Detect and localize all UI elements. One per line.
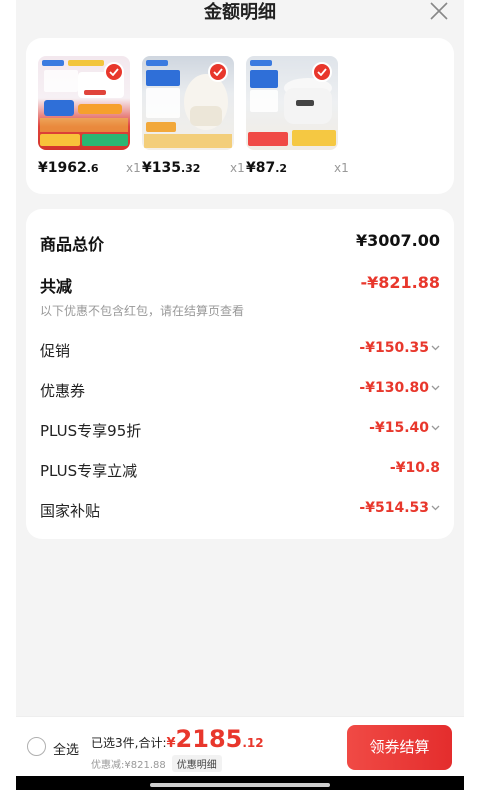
home-indicator-bar bbox=[16, 776, 464, 790]
total-summary: 已选3件,合计:¥2185.12 bbox=[91, 725, 264, 753]
product-price: ¥87.2 bbox=[246, 160, 288, 176]
price-row: ¥1962.6 x1 bbox=[38, 160, 141, 180]
discount-summary: 优惠减:¥821.88 优惠明细 bbox=[91, 755, 222, 772]
discount-detail-badge[interactable]: 优惠明细 bbox=[171, 755, 222, 772]
product-item[interactable]: ¥135.32 x1 bbox=[142, 56, 245, 176]
chevron-down-icon[interactable] bbox=[431, 385, 440, 391]
product-thumbnail[interactable] bbox=[246, 56, 338, 150]
selected-check-icon[interactable] bbox=[312, 62, 332, 82]
discount-label: PLUS专享95折 bbox=[40, 422, 142, 440]
discount-text: 优惠减:¥821.88 bbox=[91, 760, 166, 771]
discount-label: PLUS专享立减 bbox=[40, 462, 138, 480]
home-indicator[interactable] bbox=[150, 783, 330, 787]
product-quantity: x1 bbox=[230, 161, 245, 175]
selected-count-text: 已选3件,合计: bbox=[91, 736, 167, 750]
product-quantity: x1 bbox=[334, 161, 349, 175]
product-quantity: x1 bbox=[126, 161, 141, 175]
discount-value: -¥10.8 bbox=[389, 460, 440, 476]
select-all-label[interactable]: 全选 bbox=[53, 739, 79, 758]
price-summary-card: 商品总价 ¥3007.00 共减 -¥821.88 以下优惠不包含红包，请在结算… bbox=[26, 209, 454, 539]
amount-detail-sheet: 金额明细 ¥1962.6 x1 ¥135.32 x1 ¥87.2 x1 商品总价… bbox=[16, 0, 464, 790]
discount-value: -¥514.53 bbox=[359, 500, 440, 516]
selected-check-icon[interactable] bbox=[104, 62, 124, 82]
discount-label: 促销 bbox=[40, 342, 71, 360]
checkout-bar: 全选 已选3件,合计:¥2185.12 优惠减:¥821.88 优惠明细 领券结算 bbox=[16, 716, 464, 776]
product-thumbnail[interactable] bbox=[142, 56, 234, 150]
discount-value: -¥15.40 bbox=[369, 420, 440, 436]
total-reduction-value: -¥821.88 bbox=[360, 273, 440, 292]
discount-value: -¥150.35 bbox=[359, 340, 440, 356]
product-thumbnail[interactable] bbox=[38, 56, 130, 150]
price-row: ¥135.32 x1 bbox=[142, 160, 245, 180]
sheet-title: 金额明细 bbox=[204, 2, 276, 23]
checkout-button[interactable]: 领券结算 bbox=[347, 725, 452, 770]
goods-total-label: 商品总价 bbox=[40, 235, 105, 254]
currency-symbol: ¥ bbox=[166, 736, 176, 751]
product-price: ¥135.32 bbox=[142, 160, 201, 176]
total-amount: 2185 bbox=[175, 725, 243, 753]
discount-label: 国家补贴 bbox=[40, 502, 101, 520]
select-all-radio[interactable] bbox=[27, 737, 46, 756]
price-row: ¥87.2 x1 bbox=[246, 160, 349, 180]
total-reduction-label: 共减 bbox=[40, 277, 73, 296]
discount-label: 优惠券 bbox=[40, 382, 86, 400]
sheet-header: 金额明细 bbox=[16, 0, 464, 34]
product-item[interactable]: ¥87.2 x1 bbox=[246, 56, 349, 176]
product-list-card: ¥1962.6 x1 ¥135.32 x1 ¥87.2 x1 bbox=[26, 38, 454, 194]
chevron-down-icon[interactable] bbox=[431, 505, 440, 511]
total-amount-decimal: .12 bbox=[242, 736, 264, 750]
chevron-down-icon[interactable] bbox=[431, 425, 440, 431]
product-price: ¥1962.6 bbox=[38, 160, 99, 176]
selected-check-icon[interactable] bbox=[208, 62, 228, 82]
discount-value: -¥130.80 bbox=[359, 380, 440, 396]
goods-total-value: ¥3007.00 bbox=[355, 231, 440, 250]
product-item[interactable]: ¥1962.6 x1 bbox=[38, 56, 141, 176]
chevron-down-icon[interactable] bbox=[431, 345, 440, 351]
close-icon[interactable] bbox=[428, 0, 450, 22]
reduction-note: 以下优惠不包含红包，请在结算页查看 bbox=[40, 304, 245, 318]
